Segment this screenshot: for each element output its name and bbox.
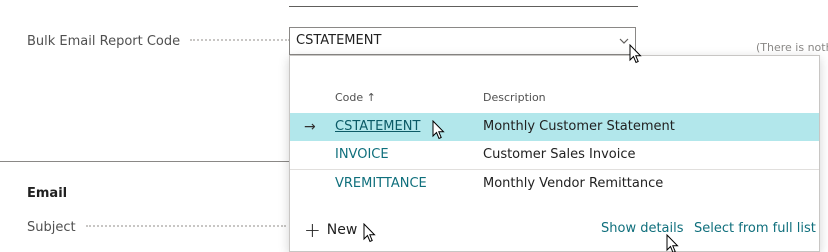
select-from-full-list-link[interactable]: Select from full list xyxy=(694,221,816,236)
bulk-email-report-code-value: CSTATEMENT xyxy=(296,33,382,48)
lookup-row[interactable]: INVOICE Customer Sales Invoice xyxy=(290,141,819,169)
dotted-leader xyxy=(85,224,286,227)
column-header-code[interactable]: Code ↑ xyxy=(335,91,376,104)
sort-ascending-icon: ↑ xyxy=(366,91,376,104)
mouse-pointer-icon xyxy=(432,120,445,140)
side-note: (There is noth xyxy=(756,41,828,54)
plus-icon: + xyxy=(304,218,321,242)
mouse-pointer-icon xyxy=(666,234,679,252)
new-button[interactable]: + New xyxy=(304,220,357,240)
row-description: Monthly Vendor Remittance xyxy=(483,176,664,191)
row-description: Monthly Customer Statement xyxy=(483,119,675,134)
section-divider xyxy=(0,161,289,162)
new-button-label: New xyxy=(326,222,358,238)
row-description: Customer Sales Invoice xyxy=(483,147,636,162)
email-section-title: Email xyxy=(27,186,68,201)
mouse-pointer-icon xyxy=(363,223,376,243)
row-code-link[interactable]: CSTATEMENT xyxy=(335,113,420,141)
chevron-down-icon[interactable] xyxy=(619,37,629,45)
subject-label: Subject xyxy=(27,220,286,235)
bulk-email-report-code-label: Bulk Email Report Code xyxy=(27,34,291,49)
row-code-link[interactable]: VREMITTANCE xyxy=(335,170,427,198)
top-divider xyxy=(289,6,638,7)
column-header-description[interactable]: Description xyxy=(483,91,546,104)
row-code-link[interactable]: INVOICE xyxy=(335,141,389,169)
lookup-row[interactable]: → CSTATEMENT Monthly Customer Statement xyxy=(290,113,819,141)
mouse-pointer-icon xyxy=(629,44,642,64)
bulk-email-report-code-field[interactable]: CSTATEMENT xyxy=(289,27,636,55)
dotted-leader xyxy=(190,38,291,41)
row-arrow-icon: → xyxy=(304,119,316,135)
lookup-row[interactable]: VREMITTANCE Monthly Vendor Remittance xyxy=(290,169,819,198)
